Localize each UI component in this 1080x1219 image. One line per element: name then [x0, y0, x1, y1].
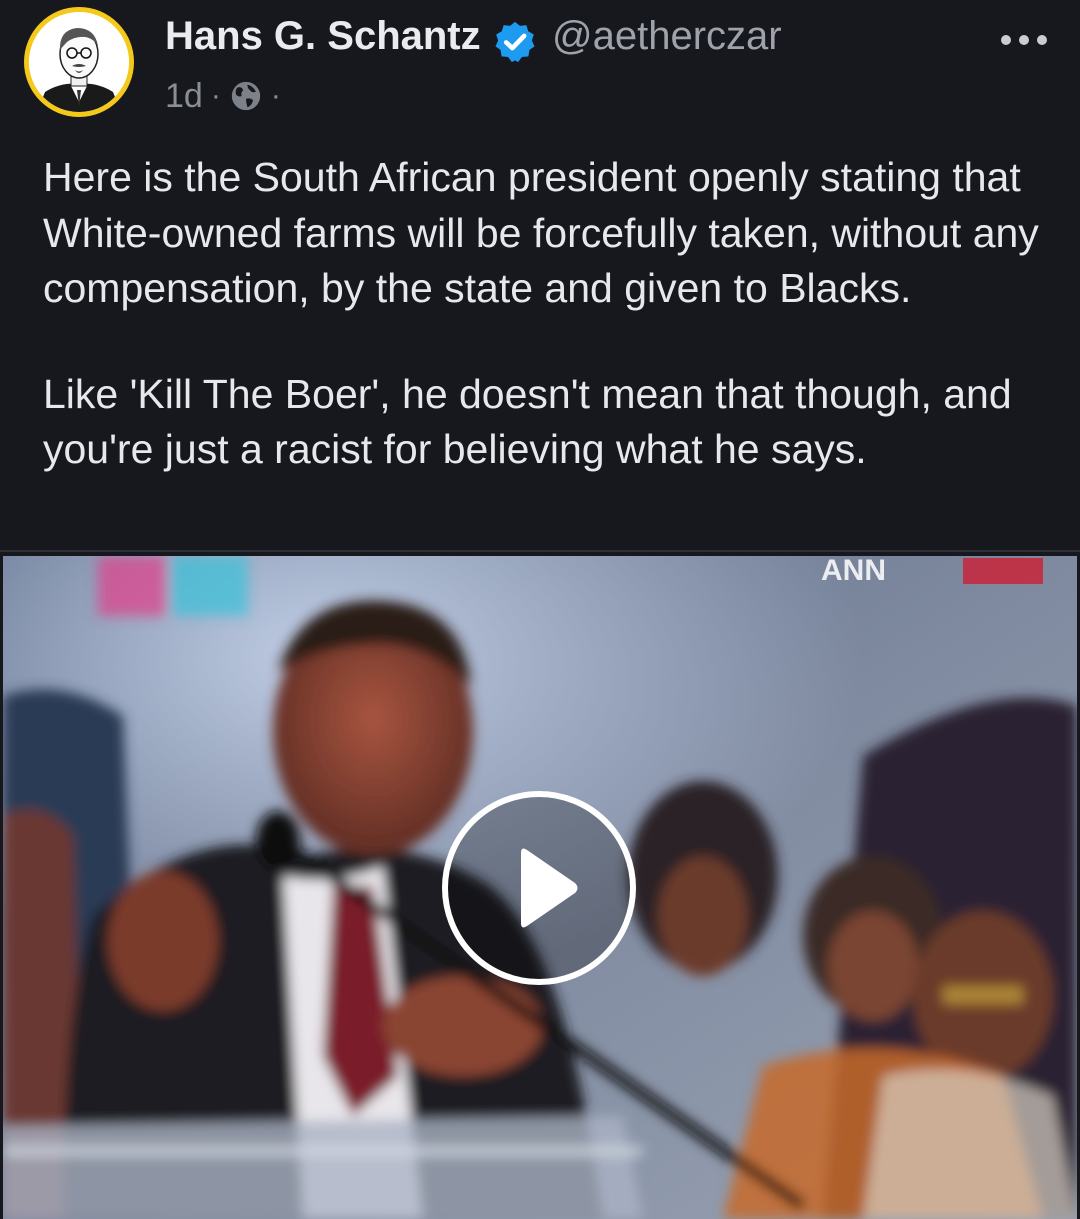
verified-badge-icon [495, 21, 535, 63]
post-paragraph: Here is the South African president open… [43, 154, 1039, 311]
author-handle[interactable]: @aetherczar [552, 12, 782, 60]
play-icon[interactable] [441, 790, 637, 986]
avatar-portrait-sketch-icon [29, 12, 129, 112]
more-options-icon[interactable] [996, 22, 1052, 58]
post-card: Hans G. Schantz @aetherczar 1d · · Here … [0, 0, 1080, 1219]
timestamp[interactable]: 1d [165, 77, 203, 116]
post-paragraph: Like 'Kill The Boer', he doesn't mean th… [43, 370, 1012, 473]
post-meta: 1d · · [165, 74, 289, 118]
meta-separator-trailing: · [270, 79, 281, 112]
author-display-name[interactable]: Hans G. Schantz [165, 12, 481, 60]
video-player[interactable]: ANN [3, 556, 1077, 1219]
globe-icon [231, 81, 260, 111]
post-text: Here is the South African president open… [43, 150, 1053, 478]
author-avatar[interactable] [24, 7, 134, 117]
divider [0, 550, 1080, 552]
video-watermark: ANN [821, 556, 886, 587]
meta-separator: · [210, 79, 221, 112]
